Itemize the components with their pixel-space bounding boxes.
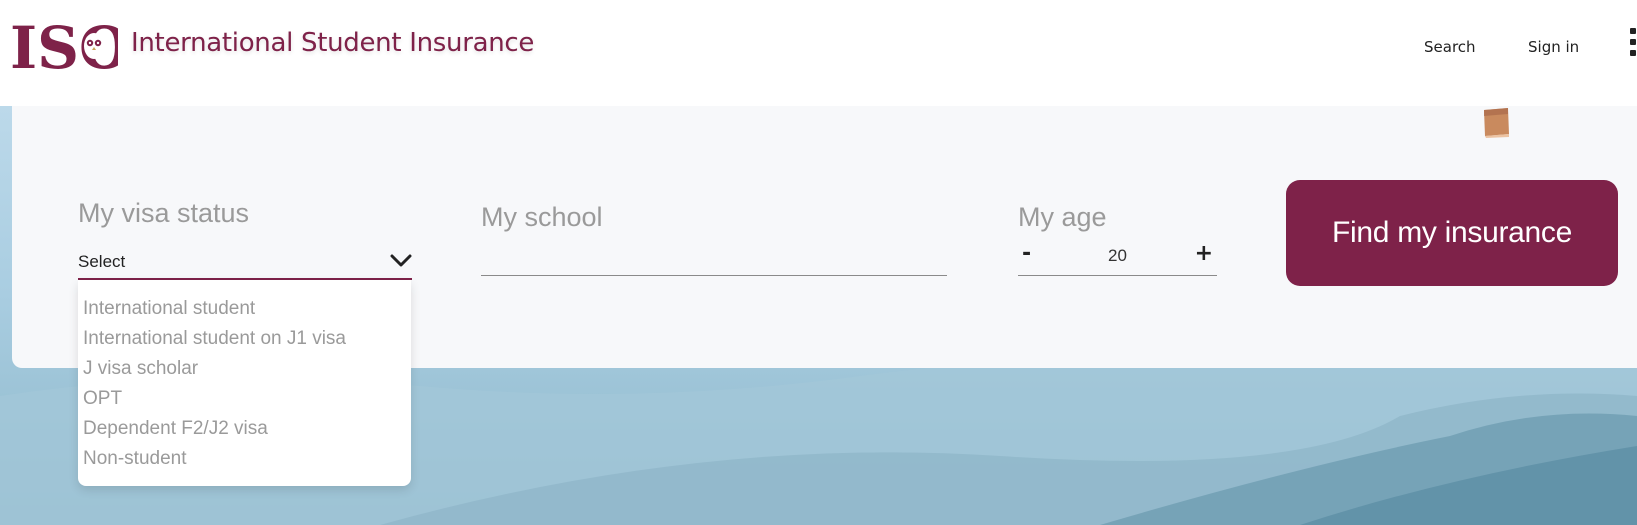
iso-logo-mark: ISO (10, 14, 130, 82)
chevron-down-icon[interactable] (390, 250, 412, 272)
find-insurance-button[interactable]: Find my insurance (1286, 180, 1618, 286)
visa-option-non-student[interactable]: Non-student (78, 444, 411, 474)
brand-name[interactable]: International Student Insurance (131, 28, 534, 58)
visa-status-select[interactable]: Select (78, 246, 412, 280)
iso-logo[interactable]: ISO (10, 14, 130, 82)
owl-icon (84, 33, 104, 59)
school-label: My school (481, 202, 603, 232)
age-increment-button[interactable]: + (1195, 240, 1213, 268)
visa-status-label: My visa status (78, 198, 250, 228)
school-input[interactable] (481, 240, 947, 276)
visa-status-value: Select (78, 252, 126, 271)
age-label: My age (1018, 202, 1107, 232)
visa-option-international-student-j1[interactable]: International student on J1 visa (78, 324, 411, 354)
nav-search-link[interactable]: Search (1424, 38, 1476, 56)
visa-option-international-student[interactable]: International student (78, 294, 411, 324)
visa-option-j-visa-scholar[interactable]: J visa scholar (78, 354, 411, 384)
nav-signin-link[interactable]: Sign in (1528, 38, 1579, 56)
visa-option-opt[interactable]: OPT (78, 384, 411, 414)
visa-status-dropdown: International student International stud… (78, 280, 411, 486)
vertical-dots-icon[interactable] (1630, 28, 1637, 62)
visa-option-dependent-f2-j2[interactable]: Dependent F2/J2 visa (78, 414, 411, 444)
site-header: ISO International Student Insurance Sear… (0, 0, 1637, 106)
age-value[interactable]: 20 (1018, 246, 1217, 266)
age-stepper: - 20 + (1018, 238, 1217, 276)
box-icon (1481, 106, 1511, 138)
